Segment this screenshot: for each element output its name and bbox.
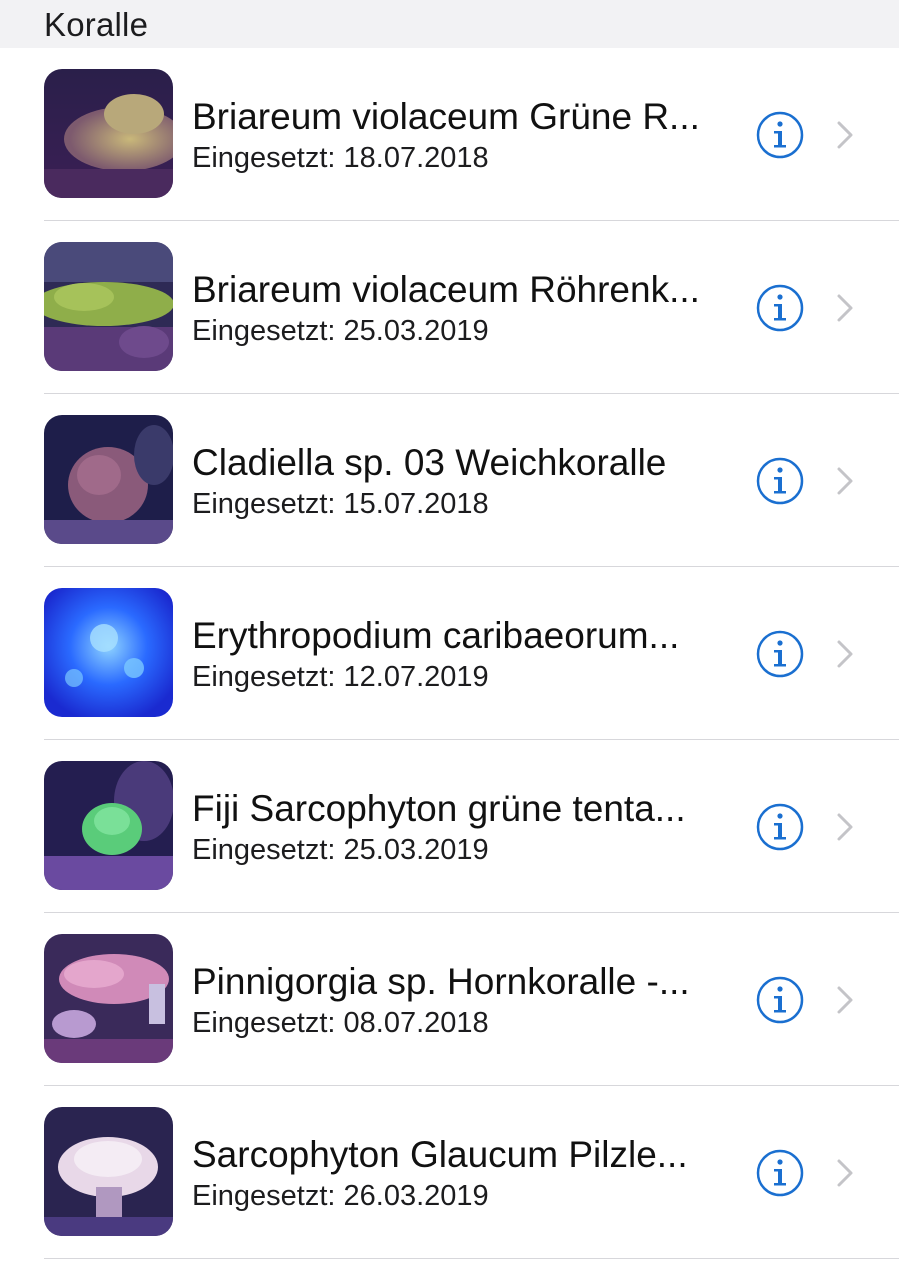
section-title: Koralle bbox=[44, 6, 149, 43]
chevron-right-icon bbox=[834, 293, 856, 323]
chevron-right-icon bbox=[834, 985, 856, 1015]
info-circle-icon[interactable] bbox=[756, 803, 804, 851]
item-subtitle: Eingesetzt: 25.03.2019 bbox=[192, 834, 489, 866]
coral-thumbnail bbox=[44, 761, 173, 890]
item-subtitle: Eingesetzt: 08.07.2018 bbox=[192, 1007, 489, 1039]
info-circle-icon[interactable] bbox=[756, 284, 804, 332]
info-circle-icon[interactable] bbox=[756, 111, 804, 159]
item-subtitle: Eingesetzt: 25.03.2019 bbox=[192, 315, 489, 347]
list-item[interactable]: Briareum violaceum Grüne R... Eingesetzt… bbox=[0, 48, 899, 221]
list-item[interactable]: Fiji Sarcophyton grüne tenta... Eingeset… bbox=[0, 740, 899, 913]
item-subtitle: Eingesetzt: 18.07.2018 bbox=[192, 142, 489, 174]
coral-thumbnail bbox=[44, 415, 173, 544]
chevron-right-icon bbox=[834, 466, 856, 496]
item-subtitle: Eingesetzt: 12.07.2019 bbox=[192, 661, 489, 693]
coral-list: Briareum violaceum Grüne R... Eingesetzt… bbox=[0, 48, 899, 1259]
list-item[interactable]: Erythropodium caribaeorum... Eingesetzt:… bbox=[0, 567, 899, 740]
chevron-right-icon bbox=[834, 812, 856, 842]
item-title: Erythropodium caribaeorum... bbox=[192, 615, 680, 656]
list-item[interactable]: Briareum violaceum Röhrenk... Eingesetzt… bbox=[0, 221, 899, 394]
coral-thumbnail bbox=[44, 69, 173, 198]
item-title: Briareum violaceum Grüne R... bbox=[192, 96, 700, 137]
coral-thumbnail bbox=[44, 242, 173, 371]
item-subtitle: Eingesetzt: 15.07.2018 bbox=[192, 488, 489, 520]
list-item[interactable]: Sarcophyton Glaucum Pilzle... Eingesetzt… bbox=[0, 1086, 899, 1259]
info-circle-icon[interactable] bbox=[756, 630, 804, 678]
chevron-right-icon bbox=[834, 1158, 856, 1188]
item-subtitle: Eingesetzt: 26.03.2019 bbox=[192, 1180, 489, 1212]
info-circle-icon[interactable] bbox=[756, 976, 804, 1024]
coral-thumbnail bbox=[44, 934, 173, 1063]
item-title: Pinnigorgia sp. Hornkoralle -... bbox=[192, 961, 690, 1002]
item-title: Cladiella sp. 03 Weichkoralle bbox=[192, 442, 667, 483]
info-circle-icon[interactable] bbox=[756, 457, 804, 505]
list-item[interactable]: Cladiella sp. 03 Weichkoralle Eingesetzt… bbox=[0, 394, 899, 567]
item-title: Fiji Sarcophyton grüne tenta... bbox=[192, 788, 686, 829]
coral-thumbnail bbox=[44, 1107, 173, 1236]
info-circle-icon[interactable] bbox=[756, 1149, 804, 1197]
list-item[interactable]: Pinnigorgia sp. Hornkoralle -... Eingese… bbox=[0, 913, 899, 1086]
section-header: Koralle bbox=[0, 0, 899, 48]
chevron-right-icon bbox=[834, 639, 856, 669]
chevron-right-icon bbox=[834, 120, 856, 150]
item-title: Briareum violaceum Röhrenk... bbox=[192, 269, 700, 310]
item-title: Sarcophyton Glaucum Pilzle... bbox=[192, 1134, 688, 1175]
coral-thumbnail bbox=[44, 588, 173, 717]
